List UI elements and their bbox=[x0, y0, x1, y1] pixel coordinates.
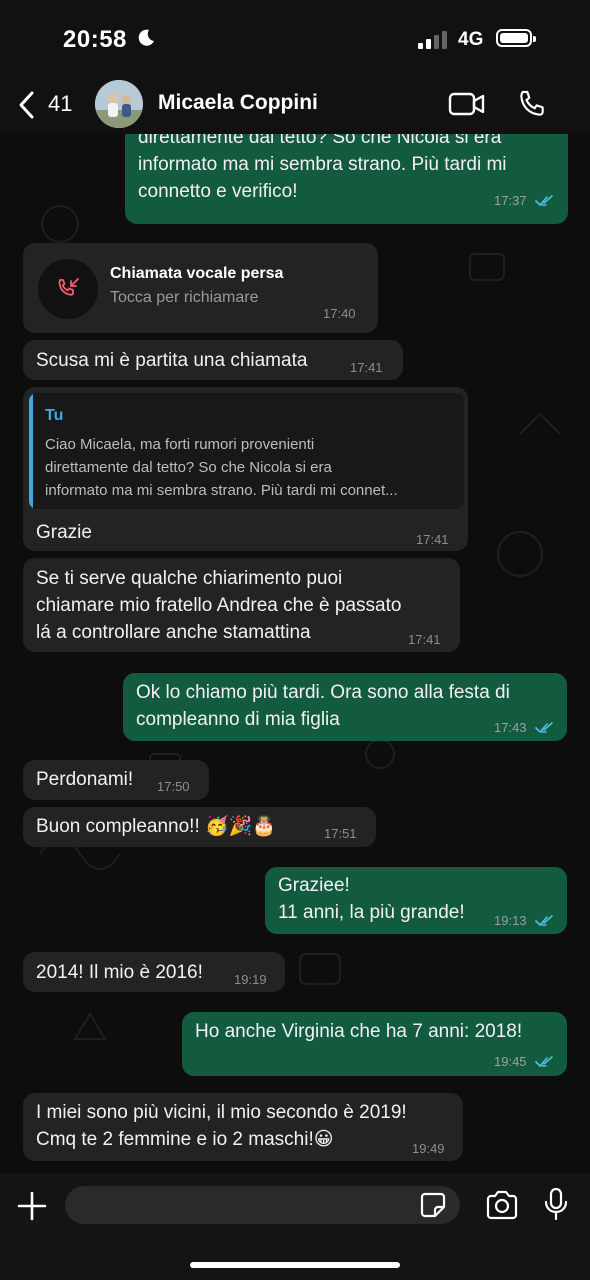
message-bubble-outgoing[interactable]: Ok lo chiamo più tardi. Ora sono alla fe… bbox=[123, 673, 567, 741]
message-input[interactable] bbox=[65, 1186, 460, 1224]
quoted-message[interactable]: Tu Ciao Micaela, ma forti rumori proveni… bbox=[29, 393, 464, 509]
camera-icon[interactable] bbox=[485, 1190, 519, 1220]
message-time: 17:40 bbox=[323, 306, 356, 321]
message-text: Ho anche Virginia che ha 7 anni: 2018! bbox=[195, 1021, 523, 1042]
message-time: 19:13 bbox=[494, 913, 527, 928]
message-time: 17:41 bbox=[408, 632, 441, 647]
message-text: Scusa mi è partita una chiamata bbox=[36, 350, 308, 371]
read-receipt-icon bbox=[535, 1056, 553, 1068]
message-bubble-incoming[interactable]: Perdonami! 17:50 bbox=[23, 760, 209, 800]
quote-text: Ciao Micaela, ma forti rumori provenient… bbox=[45, 436, 398, 499]
missed-call-icon bbox=[58, 278, 79, 296]
message-text: I miei sono più vicini, il mio secondo è… bbox=[36, 1102, 407, 1150]
message-bubble-outgoing[interactable]: direttamente dal tetto? So che Nicola si… bbox=[125, 134, 568, 224]
home-indicator bbox=[190, 1262, 400, 1268]
chat-header: 41 Micaela Coppini bbox=[0, 80, 590, 134]
message-bubble-incoming[interactable]: I miei sono più vicini, il mio secondo è… bbox=[23, 1093, 463, 1161]
quote-author: Tu bbox=[45, 407, 64, 424]
message-time: 19:19 bbox=[234, 972, 267, 987]
message-time: 17:41 bbox=[416, 532, 449, 547]
reply-message-bubble[interactable]: Tu Ciao Micaela, ma forti rumori proveni… bbox=[23, 387, 468, 551]
read-receipt-icon bbox=[535, 915, 553, 927]
signal-icon bbox=[418, 31, 447, 49]
missed-call-card[interactable]: Chiamata vocale persa Tocca per richiama… bbox=[23, 243, 378, 333]
message-time: 19:45 bbox=[494, 1054, 527, 1069]
contact-avatar[interactable] bbox=[95, 80, 143, 128]
read-receipt-icon bbox=[535, 722, 553, 734]
message-text: Perdonami! bbox=[36, 769, 134, 790]
unread-count[interactable]: 41 bbox=[48, 91, 72, 117]
message-bubble-incoming[interactable]: Buon compleanno!! 🥳🎉🎂 17:51 bbox=[23, 807, 376, 847]
message-text: Graziee! 11 anni, la più grande! bbox=[278, 875, 465, 923]
message-text: Grazie bbox=[36, 522, 92, 543]
battery-icon bbox=[496, 29, 536, 47]
plus-icon[interactable] bbox=[16, 1190, 48, 1222]
call-subtitle: Tocca per richiamare bbox=[110, 289, 259, 306]
message-time: 17:43 bbox=[494, 720, 527, 735]
status-time: 20:58 bbox=[63, 26, 127, 53]
composer-bar bbox=[0, 1174, 590, 1280]
network-type: 4G bbox=[458, 29, 484, 50]
message-time: 19:49 bbox=[412, 1141, 445, 1156]
microphone-icon[interactable] bbox=[544, 1187, 568, 1221]
message-text: 2014! Il mio è 2016! bbox=[36, 962, 203, 983]
read-receipt-icon bbox=[535, 195, 553, 207]
quote-bar bbox=[29, 393, 33, 509]
message-bubble-incoming[interactable]: 2014! Il mio è 2016! 19:19 bbox=[23, 952, 285, 992]
message-text: Buon compleanno!! 🥳🎉🎂 bbox=[36, 816, 276, 837]
message-time: 17:41 bbox=[350, 360, 383, 375]
sticker-icon[interactable] bbox=[420, 1192, 446, 1218]
message-time: 17:50 bbox=[157, 779, 190, 794]
message-time: 17:37 bbox=[494, 193, 527, 208]
back-chevron-icon[interactable] bbox=[16, 90, 36, 120]
message-time: 17:51 bbox=[324, 826, 357, 841]
message-bubble-incoming[interactable]: Scusa mi è partita una chiamata 17:41 bbox=[23, 340, 403, 380]
message-bubble-incoming[interactable]: Se ti serve qualche chiarimento puoi chi… bbox=[23, 558, 460, 652]
message-list[interactable]: direttamente dal tetto? So che Nicola si… bbox=[0, 134, 590, 1174]
status-bar: 20:58 4G bbox=[0, 0, 590, 80]
moon-icon bbox=[138, 29, 154, 46]
contact-name[interactable]: Micaela Coppini bbox=[158, 91, 318, 115]
message-text: Se ti serve qualche chiarimento puoi chi… bbox=[36, 568, 402, 643]
message-bubble-outgoing[interactable]: Graziee! 11 anni, la più grande! 19:13 bbox=[265, 867, 567, 934]
video-call-icon[interactable] bbox=[448, 90, 486, 118]
call-title: Chiamata vocale persa bbox=[110, 265, 284, 282]
voice-call-icon[interactable] bbox=[516, 88, 548, 120]
missed-call-icon-bg bbox=[38, 259, 98, 319]
message-bubble-outgoing[interactable]: Ho anche Virginia che ha 7 anni: 2018! 1… bbox=[182, 1012, 567, 1076]
